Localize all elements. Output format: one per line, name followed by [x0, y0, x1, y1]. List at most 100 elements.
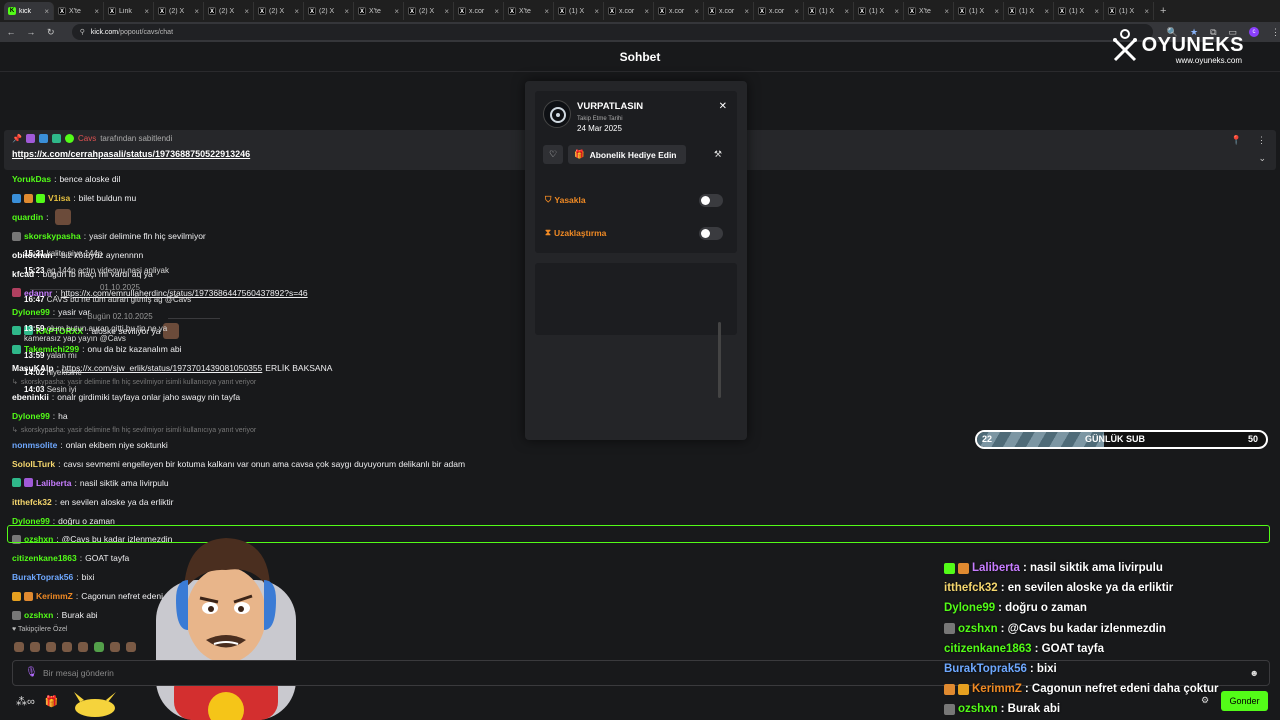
browser-tab[interactable]: X (1) X ×	[1104, 2, 1154, 20]
browser-tab[interactable]: X (1) X ×	[804, 2, 854, 20]
browser-tab[interactable]: X (2) X ×	[254, 2, 304, 20]
chat-username[interactable]: V1isa	[48, 193, 70, 203]
tab-close-icon[interactable]: ×	[694, 7, 699, 16]
chat-input-placeholder: Bir mesaj gönderin	[43, 668, 114, 678]
emote-icon[interactable]	[126, 642, 136, 652]
browser-tab[interactable]: X (1) X ×	[1004, 2, 1054, 20]
browser-tab[interactable]: X (2) X ×	[304, 2, 354, 20]
tab-close-icon[interactable]: ×	[194, 7, 199, 16]
chat-message[interactable]: Laliberta: nasil siktik ama livirpulu	[12, 473, 1272, 492]
pinned-author[interactable]: Cavs	[78, 134, 96, 143]
browser-tab[interactable]: Xx.cor ×	[754, 2, 804, 20]
browser-tab[interactable]: X (1) X ×	[954, 2, 1004, 20]
browser-tab[interactable]: X (1) X ×	[554, 2, 604, 20]
browser-tab[interactable]: Kkick ×	[4, 2, 54, 20]
more-options-icon[interactable]: ⋮	[1257, 135, 1266, 146]
follow-heart-button[interactable]: ♡	[543, 145, 563, 164]
tab-close-icon[interactable]: ×	[94, 7, 99, 16]
message-time: 14:02	[24, 368, 45, 377]
chat-username[interactable]: nonmsolite	[12, 440, 57, 450]
browser-tab[interactable]: X X'te ×	[504, 2, 554, 20]
emote-icon[interactable]	[14, 642, 24, 652]
tab-close-icon[interactable]: ×	[494, 7, 499, 16]
tab-close-icon[interactable]: ×	[544, 7, 549, 16]
chat-username[interactable]: itthefck32	[12, 497, 52, 507]
tab-close-icon[interactable]: ×	[1044, 7, 1049, 16]
points-icon[interactable]: ⁂∞	[16, 695, 35, 708]
emote-icon[interactable]	[46, 642, 56, 652]
separator: :	[58, 458, 61, 469]
tab-close-icon[interactable]: ×	[794, 7, 799, 16]
tab-close-icon[interactable]: ×	[344, 7, 349, 16]
emote-icon[interactable]	[94, 642, 104, 652]
timeout-toggle[interactable]	[699, 227, 723, 240]
emote-icon[interactable]	[110, 642, 120, 652]
tab-close-icon[interactable]: ×	[644, 7, 649, 16]
link-icon: X	[108, 7, 116, 15]
profile-avatar[interactable]: c	[1249, 27, 1260, 37]
history-scrollbar[interactable]	[718, 322, 721, 398]
chat-username[interactable]: Dylone99	[12, 411, 50, 421]
chat-username[interactable]: quardin	[12, 212, 43, 222]
badge-icon	[944, 623, 955, 635]
new-tab-icon[interactable]: +	[1160, 5, 1166, 17]
ban-toggle[interactable]	[699, 194, 723, 207]
browser-tab[interactable]: X (2) X ×	[204, 2, 254, 20]
tab-close-icon[interactable]: ×	[44, 7, 49, 16]
site-info-icon[interactable]: ⚲	[80, 28, 85, 36]
tab-close-icon[interactable]: ×	[444, 7, 449, 16]
tab-close-icon[interactable]: ×	[944, 7, 949, 16]
chat-username[interactable]: SoloILTurk	[12, 459, 55, 469]
browser-tab[interactable]: Xx.cor ×	[654, 2, 704, 20]
unpin-icon[interactable]: 📍	[1231, 135, 1242, 146]
back-icon[interactable]: ←	[6, 27, 16, 37]
emote-icon[interactable]	[78, 642, 88, 652]
close-icon[interactable]: ✕	[719, 101, 727, 112]
tab-close-icon[interactable]: ×	[1094, 7, 1099, 16]
emote-icon[interactable]	[30, 642, 40, 652]
tab-label: (2) X	[269, 7, 285, 15]
browser-tab[interactable]: X (1) X ×	[854, 2, 904, 20]
mic-icon[interactable]: 🎙	[25, 667, 38, 678]
tab-close-icon[interactable]: ×	[294, 7, 299, 16]
browser-tab[interactable]: X (2) X ×	[404, 2, 454, 20]
browser-tab[interactable]: Xx.cor ×	[704, 2, 754, 20]
chat-message[interactable]: SoloILTurk: cavsı sevmemi engelleyen bir …	[12, 454, 1272, 473]
chat-username[interactable]: ozshxn	[24, 610, 53, 620]
browser-tab[interactable]: X (1) X ×	[1054, 2, 1104, 20]
chat-username[interactable]: BurakToprak56	[12, 572, 73, 582]
browser-tab[interactable]: X X'te ×	[54, 2, 104, 20]
forward-icon[interactable]: →	[26, 27, 36, 37]
tab-close-icon[interactable]: ×	[244, 7, 249, 16]
tab-close-icon[interactable]: ×	[144, 7, 149, 16]
reload-icon[interactable]: ↻	[46, 27, 56, 38]
chat-username[interactable]: citizenkane1863	[12, 553, 77, 563]
browser-tab[interactable]: X X'te ×	[354, 2, 404, 20]
menu-icon[interactable]: ⋮	[1271, 27, 1280, 38]
mod-tools-icon[interactable]: ⚒	[714, 149, 722, 160]
tab-close-icon[interactable]: ×	[744, 7, 749, 16]
stream-chat-overlay: Laliberta: nasil siktik ama livirpulu itt…	[944, 558, 1274, 720]
gift-icon[interactable]: 🎁	[45, 695, 59, 708]
chat-username[interactable]: KerimmZ	[36, 591, 73, 601]
browser-tab[interactable]: Xx.cor ×	[454, 2, 504, 20]
streamer-avatar-illustration	[156, 538, 296, 720]
browser-tab[interactable]: X Link ×	[104, 2, 154, 20]
tab-close-icon[interactable]: ×	[994, 7, 999, 16]
tab-close-icon[interactable]: ×	[594, 7, 599, 16]
chat-username[interactable]: skorskypasha	[24, 231, 81, 241]
address-bar[interactable]: ⚲ kick.com/popout/cavs/chat	[71, 24, 1153, 40]
browser-tab[interactable]: X (2) X ×	[154, 2, 204, 20]
chat-username[interactable]: Laliberta	[36, 478, 71, 488]
chat-message[interactable]: itthefck32: en sevilen aloske ya da erlik…	[12, 492, 1272, 511]
tab-close-icon[interactable]: ×	[844, 7, 849, 16]
gift-sub-button[interactable]: 🎁 Abonelik Hediye Edin	[568, 145, 686, 164]
tab-close-icon[interactable]: ×	[1144, 7, 1149, 16]
chevron-down-icon[interactable]: ⌄	[1258, 153, 1266, 164]
tab-close-icon[interactable]: ×	[394, 7, 399, 16]
browser-tab[interactable]: X X'te ×	[904, 2, 954, 20]
browser-tab[interactable]: Xx.cor ×	[604, 2, 654, 20]
tab-close-icon[interactable]: ×	[894, 7, 899, 16]
chat-username[interactable]: YorukDas	[12, 174, 51, 184]
emote-icon[interactable]	[62, 642, 72, 652]
